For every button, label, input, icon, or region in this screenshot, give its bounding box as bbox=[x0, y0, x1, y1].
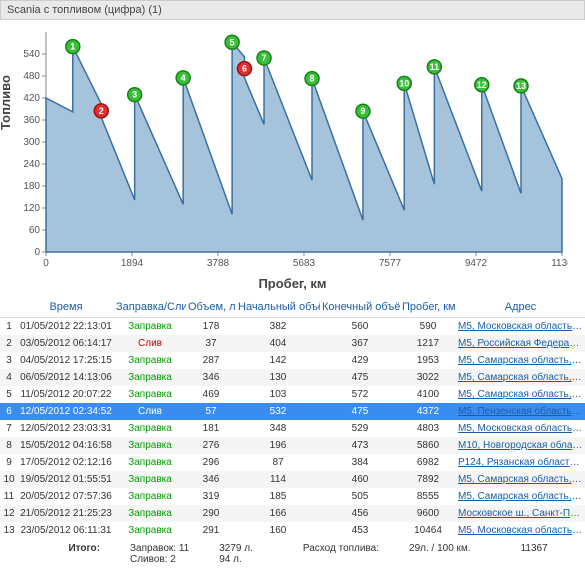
svg-text:120: 120 bbox=[23, 203, 40, 214]
table-row[interactable]: 511/05/2012 20:07:22Заправка469103572410… bbox=[0, 386, 585, 403]
consumption-label: Расход топлива: bbox=[303, 543, 379, 554]
svg-text:9472: 9472 bbox=[465, 258, 488, 269]
svg-text:8: 8 bbox=[310, 74, 315, 84]
totals-volumes: 3279 л. 94 л. bbox=[219, 543, 253, 565]
svg-text:420: 420 bbox=[23, 93, 40, 104]
svg-text:180: 180 bbox=[23, 181, 40, 192]
svg-text:480: 480 bbox=[23, 71, 40, 82]
events-table: ВремяЗаправка/СливОбъем, лНачальный объё… bbox=[0, 297, 585, 539]
totals-row: Итого: Заправок: 11 Сливов: 2 3279 л. 94… bbox=[0, 539, 585, 569]
svg-text:5683: 5683 bbox=[293, 258, 316, 269]
table-row[interactable]: 712/05/2012 23:03:31Заправка181348529480… bbox=[0, 420, 585, 437]
svg-text:1136: 1136 bbox=[551, 258, 568, 269]
svg-text:11: 11 bbox=[430, 62, 440, 72]
address-link[interactable]: M10, Новгородская область, Рос… bbox=[456, 437, 585, 454]
table-row[interactable]: 1120/05/2012 07:57:36Заправка31918550585… bbox=[0, 488, 585, 505]
svg-text:1894: 1894 bbox=[121, 258, 144, 269]
window-title: Scania с топливом (цифра) (1) bbox=[0, 0, 585, 20]
address-link[interactable]: M5, Московская область, Россий… bbox=[456, 420, 585, 437]
table-row[interactable]: 101/05/2012 22:13:01Заправка178382560590… bbox=[0, 318, 585, 336]
address-link[interactable]: M5, Российская Федерация bbox=[456, 335, 585, 352]
svg-text:60: 60 bbox=[29, 225, 41, 236]
svg-text:4: 4 bbox=[181, 73, 186, 83]
totals-counts: Заправок: 11 Сливов: 2 bbox=[130, 543, 189, 565]
address-link[interactable]: M5, Самарская область, Россий… bbox=[456, 386, 585, 403]
consumption-value: 29л. / 100 км. bbox=[409, 543, 471, 554]
svg-text:1: 1 bbox=[70, 42, 75, 52]
address-link[interactable]: M5, Самарская область, Россий… bbox=[456, 352, 585, 369]
svg-text:5: 5 bbox=[230, 37, 235, 47]
svg-text:6: 6 bbox=[242, 64, 247, 74]
col-header[interactable]: Объем, л bbox=[186, 297, 236, 318]
table-row[interactable]: 1323/05/2012 06:11:31Заправка29116045310… bbox=[0, 522, 585, 539]
table-row[interactable]: 815/05/2012 04:16:58Заправка276196473586… bbox=[0, 437, 585, 454]
table-row[interactable]: 1221/05/2012 21:25:23Заправка29016645696… bbox=[0, 505, 585, 522]
svg-text:300: 300 bbox=[23, 137, 40, 148]
svg-text:7: 7 bbox=[262, 53, 267, 63]
total-run: 11367 bbox=[521, 543, 548, 554]
totals-label: Итого: bbox=[68, 543, 100, 554]
address-link[interactable]: M5, Самарская область, Россий… bbox=[456, 488, 585, 505]
table-row[interactable]: 917/05/2012 02:12:16Заправка296873846982… bbox=[0, 454, 585, 471]
svg-text:10: 10 bbox=[399, 78, 409, 88]
svg-text:240: 240 bbox=[23, 159, 40, 170]
svg-text:3: 3 bbox=[132, 90, 137, 100]
y-axis-label: Топливо bbox=[0, 75, 13, 130]
table-body: 101/05/2012 22:13:01Заправка178382560590… bbox=[0, 318, 585, 540]
col-header[interactable]: Пробег, км bbox=[400, 297, 456, 318]
svg-text:3788: 3788 bbox=[207, 258, 230, 269]
svg-text:0: 0 bbox=[43, 258, 49, 269]
table-row[interactable]: 406/05/2012 14:13:06Заправка346130475302… bbox=[0, 369, 585, 386]
address-link[interactable]: M5, Московская область, Россий… bbox=[456, 318, 585, 336]
col-header[interactable]: Заправка/Слив bbox=[114, 297, 186, 318]
svg-text:540: 540 bbox=[23, 49, 40, 60]
svg-text:12: 12 bbox=[477, 80, 487, 90]
col-header[interactable]: Адрес bbox=[456, 297, 585, 318]
table-row[interactable]: 304/05/2012 17:25:15Заправка287142429195… bbox=[0, 352, 585, 369]
address-link[interactable]: M5, Самарская область, Россий… bbox=[456, 369, 585, 386]
address-link[interactable]: Московское ш., Санкт-Петербург… bbox=[456, 505, 585, 522]
address-link[interactable]: P124, Рязанская область, Росси… bbox=[456, 454, 585, 471]
fuel-chart: Топливо 06012018024030036042048054001894… bbox=[0, 20, 585, 291]
address-link[interactable]: M5, Самарская область, Россий… bbox=[456, 471, 585, 488]
svg-text:0: 0 bbox=[34, 247, 40, 258]
x-axis-label: Пробег, км bbox=[8, 276, 577, 291]
col-header[interactable] bbox=[0, 297, 18, 318]
table-row[interactable]: 612/05/2012 02:34:52Слив575324754372M5, … bbox=[0, 403, 585, 420]
svg-text:7577: 7577 bbox=[379, 258, 402, 269]
table-header-row: ВремяЗаправка/СливОбъем, лНачальный объё… bbox=[0, 297, 585, 318]
svg-text:13: 13 bbox=[516, 81, 526, 91]
col-header[interactable]: Начальный объём, л bbox=[236, 297, 320, 318]
svg-text:9: 9 bbox=[360, 106, 365, 116]
chart-canvas: 0601201802403003604204805400189437885683… bbox=[8, 24, 568, 274]
table-row[interactable]: 1019/05/2012 01:55:51Заправка34611446078… bbox=[0, 471, 585, 488]
address-link[interactable]: M5, Московская область, Россий… bbox=[456, 522, 585, 539]
col-header[interactable]: Конечный объём, л bbox=[320, 297, 400, 318]
col-header[interactable]: Время bbox=[18, 297, 114, 318]
svg-text:360: 360 bbox=[23, 115, 40, 126]
svg-text:2: 2 bbox=[99, 106, 104, 116]
address-link[interactable]: M5, Пензенская область, Росси… bbox=[456, 403, 585, 420]
table-row[interactable]: 203/05/2012 06:14:17Слив374043671217M5, … bbox=[0, 335, 585, 352]
